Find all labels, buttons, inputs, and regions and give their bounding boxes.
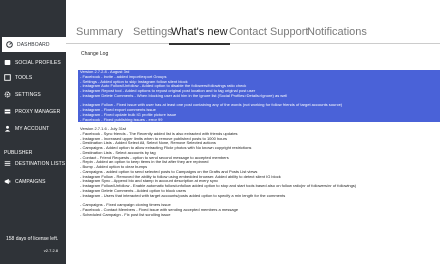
dashboard-icon [6, 41, 13, 48]
sidebar-item-label: Tools [15, 74, 33, 81]
changelog-text: Version 2.7.2.8 - August 3rd - Facebook … [78, 70, 440, 217]
sidebar-item-my-account[interactable]: My Account [0, 121, 66, 136]
tab-summary[interactable]: Summary [76, 26, 123, 38]
sidebar-item-settings[interactable]: Settings [0, 87, 66, 102]
sidebar-item-label: Dashboard [17, 41, 50, 48]
tab-whats-new[interactable]: What's new [169, 26, 230, 45]
tab-contact-support[interactable]: Contact Support [229, 26, 309, 38]
sidebar: Dashboard Social Profiles Tools Settings… [0, 0, 66, 264]
sidebar-item-tools[interactable]: Tools [0, 70, 66, 85]
sidebar-item-campaigns[interactable]: Campaigns [0, 174, 66, 189]
changelog-line: - Scheduled Campaign - Fix post list scr… [80, 212, 171, 217]
sidebar-item-destination-lists[interactable]: Destination Lists [0, 156, 66, 171]
sidebar-item-label: Social Profiles [15, 59, 61, 66]
sidebar-item-proxy-manager[interactable]: Proxy Manager [0, 104, 66, 119]
sidebar-item-label: Settings [15, 91, 41, 98]
changelog-highlighted-block: Version 2.7.2.8 - August 3rd - Facebook … [78, 70, 440, 123]
gear-icon [4, 91, 11, 98]
tab-settings[interactable]: Settings [133, 26, 173, 38]
campaigns-icon [4, 178, 11, 185]
license-status: 158 days of license left. [6, 236, 59, 242]
app-version: v2.7.2.8 [43, 248, 58, 253]
sidebar-item-social-profiles[interactable]: Social Profiles [0, 55, 66, 70]
proxy-icon [4, 108, 11, 115]
sidebar-item-label: My Account [15, 125, 50, 132]
changelog-title: Change Log [81, 51, 109, 57]
sidebar-item-label: Destination Lists [15, 160, 66, 167]
tools-icon [4, 74, 11, 81]
sidebar-item-label: Campaigns [15, 178, 46, 185]
tab-bar: Summary Settings What's new Contact Supp… [66, 0, 440, 45]
sidebar-item-dashboard[interactable]: Dashboard [2, 37, 66, 52]
sidebar-item-label: Proxy Manager [15, 108, 61, 115]
list-icon [4, 160, 11, 167]
tab-notifications[interactable]: Notifications [307, 26, 367, 38]
social-profiles-icon [4, 59, 11, 66]
user-icon [4, 125, 11, 132]
